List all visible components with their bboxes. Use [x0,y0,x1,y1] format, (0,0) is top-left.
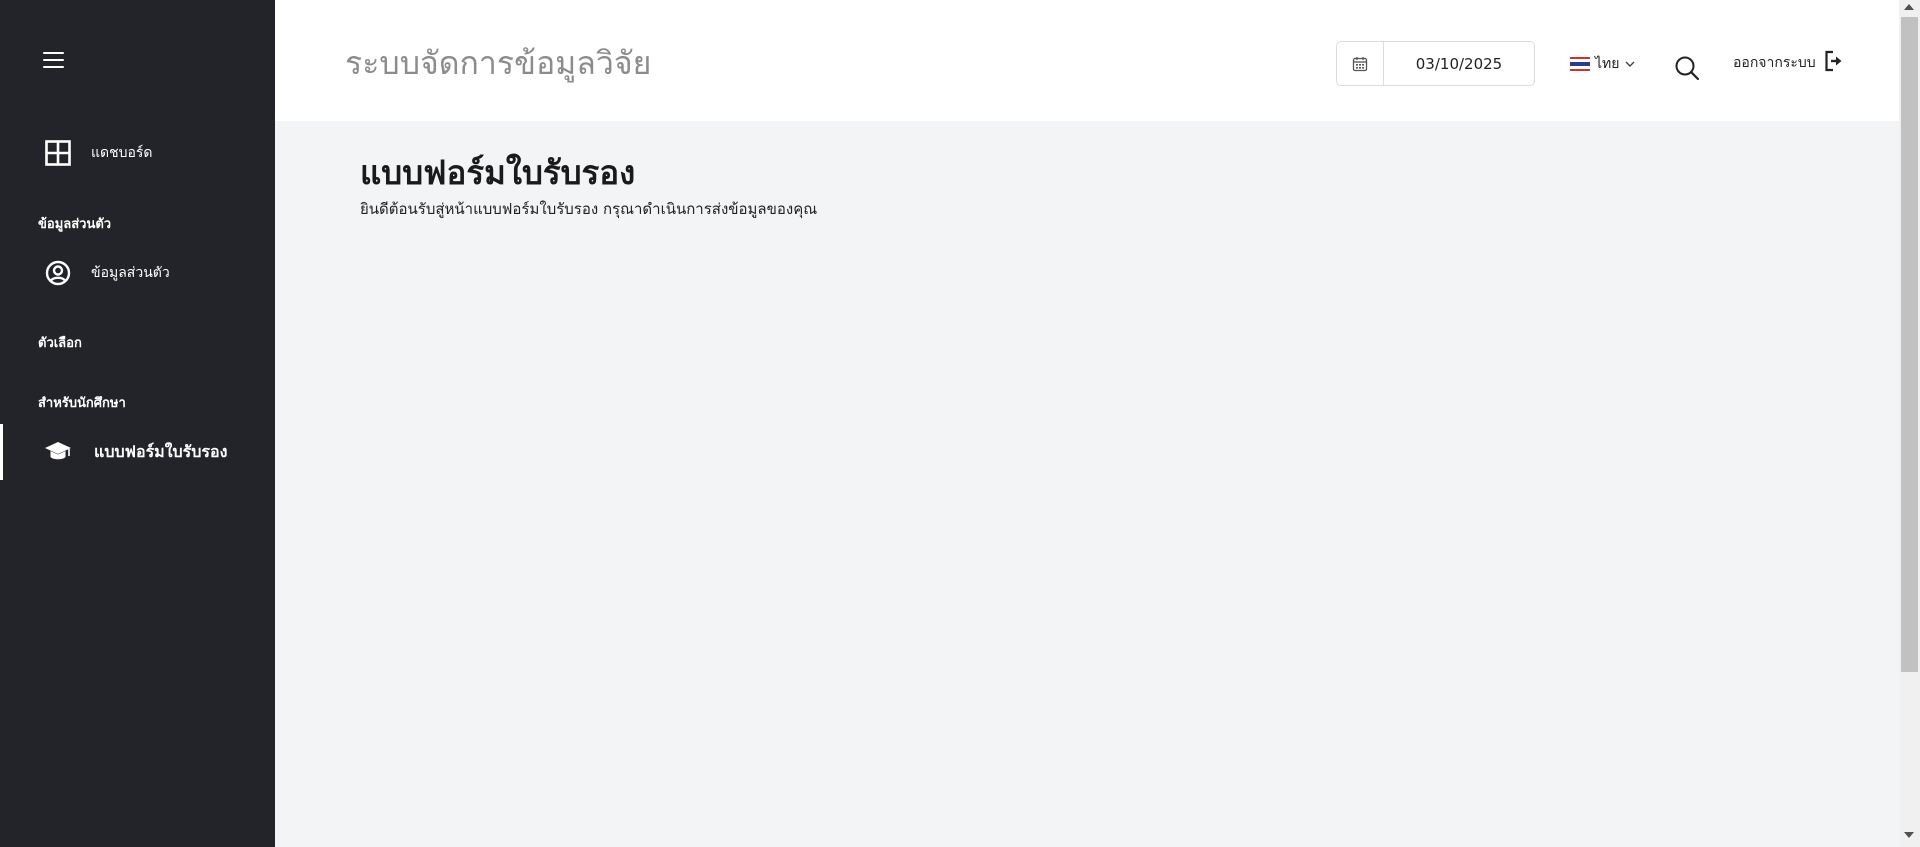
logout-label: ออกจากระบบ [1733,55,1816,71]
grid-icon [42,137,74,169]
sidebar-item-certificate-form[interactable]: แบบฟอร์มใบรับรอง [0,424,275,480]
logout-icon [1824,50,1844,76]
sidebar: แดชบอร์ด ข้อมูลส่วนตัว ข้อมูลส่วนตัว ตัว… [0,0,275,847]
page-title: แบบฟอร์มใบรับรอง [360,153,636,192]
sidebar-item-dashboard[interactable]: แดชบอร์ด [0,125,275,181]
scroll-up-arrow-icon[interactable] [1904,4,1914,10]
section-heading-options: ตัวเลือก [38,336,82,351]
date-value: 03/10/2025 [1415,54,1503,73]
language-label: ไทย [1595,56,1620,72]
sidebar-item-label: ข้อมูลส่วนตัว [91,265,170,281]
logout-button[interactable]: ออกจากระบบ [1733,50,1844,76]
sidebar-item-label: แบบฟอร์มใบรับรอง [94,441,228,461]
scrollbar-thumb[interactable] [1901,17,1918,672]
chevron-down-icon [1624,55,1636,74]
top-header: ระบบจัดการข้อมูลวิจัย 03/10/2025 ไทย ออก… [275,0,1899,121]
sidebar-item-label: แดชบอร์ด [91,145,153,161]
calendar-icon[interactable] [1337,42,1384,85]
graduation-cap-icon [42,436,74,468]
user-circle-icon [42,257,74,289]
scroll-down-arrow-icon[interactable] [1904,832,1914,838]
language-selector[interactable]: ไทย [1570,53,1636,75]
date-picker[interactable]: 03/10/2025 [1336,41,1535,86]
hamburger-menu-icon[interactable] [33,46,75,74]
section-heading-personal: ข้อมูลส่วนตัว [38,217,112,232]
section-heading-students: สำหรับนักศึกษา [38,396,126,411]
search-icon[interactable] [1672,53,1702,83]
vertical-scrollbar[interactable] [1899,0,1920,847]
page-description: ยินดีต้อนรับสู่หน้าแบบฟอร์มใบรับรอง กรุณ… [360,200,818,218]
app-title: ระบบจัดการข้อมูลวิจัย [345,44,652,82]
sidebar-item-profile[interactable]: ข้อมูลส่วนตัว [0,245,275,301]
thai-flag-icon [1570,57,1590,71]
